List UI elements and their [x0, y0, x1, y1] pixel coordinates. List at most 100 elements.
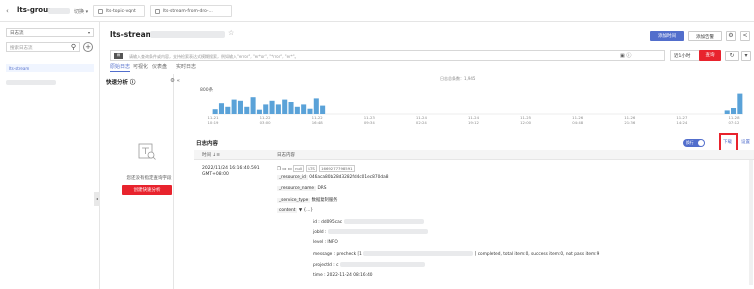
query-button[interactable]: 查询 [699, 50, 721, 61]
log-subfield: jobId : [313, 229, 428, 235]
log-subfield: message : precheck [1 ] completed, total… [313, 251, 600, 257]
x-tick-label: 11-26 04:48 [572, 115, 584, 125]
scrollbar[interactable] [749, 160, 753, 285]
redacted-text [48, 8, 70, 14]
chart-bar[interactable] [282, 99, 288, 114]
log-field: _resource_id 046aca80b28d3282fd4c01ec870… [277, 175, 389, 180]
x-tick-label: 11-22 03:00 [259, 115, 271, 125]
chart-bar[interactable] [269, 100, 275, 114]
gear-icon[interactable]: ⚙ [726, 31, 736, 41]
share-icon[interactable]: < [740, 31, 750, 41]
settings-link[interactable]: 设置 [741, 139, 750, 145]
stream-search-input[interactable]: 搜索日志流 ⚲ [6, 42, 80, 52]
quick-analysis-title: 快速分析 ⓘ [106, 80, 136, 86]
log-tag: LTS [306, 165, 317, 172]
query-input[interactable]: ▤ 请输入查询条件或内容，支持检索表达式模糊搜索，例如输入"error", "e… [110, 50, 665, 61]
chart-bar[interactable] [730, 108, 737, 114]
sidebar-item-stream[interactable]: lts-stream [6, 64, 94, 72]
chart-bar[interactable] [301, 104, 307, 114]
chart-bar[interactable] [250, 97, 256, 114]
x-tick-label: 11-26 21:36 [624, 115, 636, 125]
chevron-down-icon: ▾ [87, 30, 90, 35]
empty-state-text: 您还没有指定查询字段 [126, 176, 172, 181]
log-tag: null [293, 165, 305, 172]
chevron-down-icon[interactable]: ▾ [741, 51, 751, 61]
wrap-toggle[interactable]: 换行 [683, 139, 705, 147]
more-icon[interactable]: ▭ [288, 167, 292, 172]
log-subfield: projectId : c [313, 262, 425, 268]
x-tick-label: 11-27 14:24 [676, 115, 688, 125]
realtime-button[interactable]: 添加时间 [650, 31, 684, 41]
chart-bar[interactable] [212, 109, 218, 114]
gear-icon[interactable]: ⚙ « [170, 78, 180, 84]
chart-bar[interactable] [231, 99, 237, 114]
stream-type-select[interactable]: 日志流 ▾ [6, 28, 94, 37]
log-subfield: id : dd095cac [313, 219, 424, 225]
back-icon[interactable]: ‹ [6, 7, 9, 15]
chart-bar[interactable] [320, 105, 326, 114]
log-field-content: content ▼ {...} [277, 208, 314, 213]
query-mode-icon[interactable]: ▤ [114, 53, 123, 59]
star-icon[interactable]: ☆ [228, 29, 234, 37]
toggle-knob [698, 140, 704, 146]
context-icon[interactable]: ▭ [282, 167, 286, 172]
chart-bar[interactable] [244, 106, 250, 114]
tab-dashboard[interactable]: 仪表盘 [152, 63, 167, 70]
x-tick-label: 11-24 19:12 [467, 115, 480, 125]
redacted-text [339, 262, 425, 267]
tab-raw-logs[interactable]: 原始日志 [110, 63, 131, 72]
copy-icon[interactable]: ❐ [277, 167, 281, 172]
log-tag: 1669277798591 [319, 165, 355, 172]
log-content-title: 日志内容 [196, 141, 219, 147]
calendar-icon[interactable]: ▣ ⓘ [620, 52, 631, 59]
chart-bar[interactable] [263, 104, 269, 114]
log-field: _resource_name DRS [277, 186, 327, 191]
x-tick-label: 11-21 10:19 [207, 115, 219, 125]
log-subfield: time : 2022-11-24 08:16:40 [313, 273, 373, 278]
x-tick-label: 11-28 07:12 [728, 115, 740, 125]
download-button[interactable]: 下载 [723, 139, 732, 145]
x-tick-label: 11-22 16:48 [311, 115, 323, 125]
redacted-text [327, 229, 428, 234]
column-time[interactable]: 时间 ↓≡ [202, 152, 220, 158]
collapse-handle[interactable]: ◂ [94, 192, 100, 206]
chart-bar[interactable] [288, 102, 294, 114]
add-alarm-button[interactable]: 添加告警 [688, 31, 722, 41]
tab-visualization[interactable]: 可视化 [133, 63, 148, 70]
page-title: lts-stream [110, 30, 154, 39]
chart-bar[interactable] [294, 106, 300, 114]
chart-bar[interactable] [225, 106, 231, 114]
add-icon[interactable]: + [83, 42, 93, 52]
tab-stream[interactable]: lts-stream-from-dro-... [150, 5, 232, 17]
chart-bar[interactable] [737, 93, 743, 114]
chart-bar[interactable] [218, 103, 225, 114]
chart-bar[interactable] [275, 104, 281, 114]
chart-bar[interactable] [256, 109, 262, 114]
file-icon [155, 9, 160, 14]
chart-bar[interactable] [724, 110, 730, 114]
tab-realtime-logs[interactable]: 实时日志 [176, 63, 196, 70]
search-icon[interactable]: ⚲ [71, 43, 76, 51]
log-time: 2022/11/24 16:16:40.591 GMT+08:00 [202, 166, 260, 177]
log-subfield: level : INFO [313, 240, 338, 245]
refresh-icon[interactable]: ↻ [725, 51, 739, 61]
x-tick-label: 11-23 09:34 [363, 115, 375, 125]
redacted-text [343, 219, 424, 224]
x-tick-label: 11-25 12:00 [520, 115, 532, 125]
x-tick-label: 11-24 02:24 [415, 115, 427, 125]
redacted-text [150, 31, 225, 38]
redacted-text [6, 80, 56, 85]
chart-bar[interactable] [237, 100, 243, 114]
chart-bar[interactable] [307, 108, 313, 114]
file-icon [98, 9, 103, 14]
column-content: 日志内容 [277, 153, 295, 158]
tab-topic[interactable]: lts-topic-vqnt [93, 5, 145, 17]
switch-group-button[interactable]: 切换 ▾ [74, 8, 88, 15]
chart-title: 日志总条数：1,945 [440, 76, 476, 81]
create-quick-analysis-button[interactable]: 创建快速分析 [122, 185, 172, 195]
redacted-text [363, 251, 474, 256]
chart-bar[interactable] [313, 98, 319, 114]
top-bar: ‹ lts-group 切换 ▾ lts-topic-vqnt lts-stre… [0, 0, 754, 22]
quick-analysis-panel [100, 74, 174, 289]
log-row-toolbar: ❐ ▭ ▭ null LTS 1669277798591 [277, 165, 356, 172]
